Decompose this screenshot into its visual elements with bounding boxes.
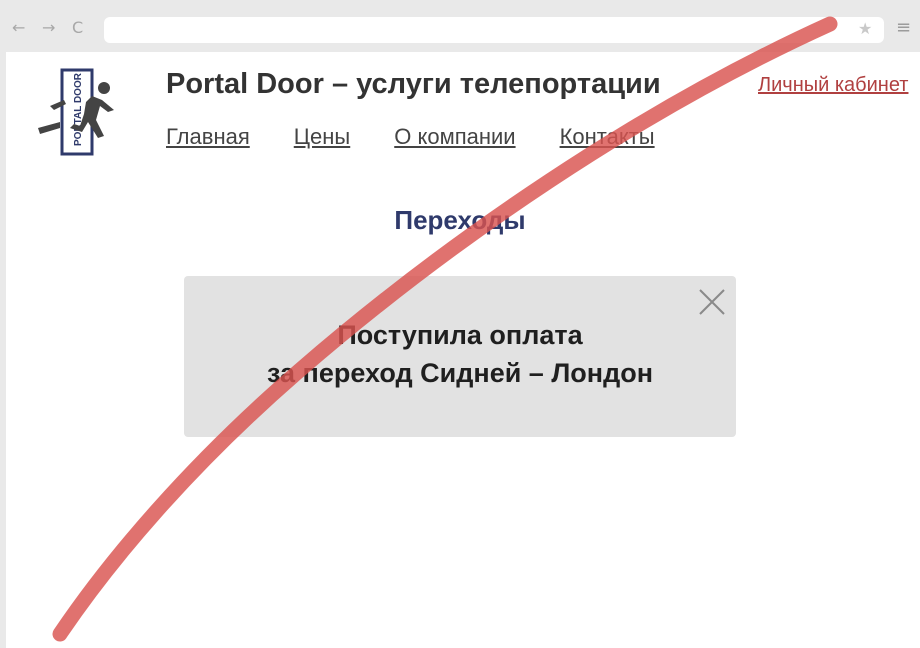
notification-line-2: за переход Сидней – Лондон: [266, 358, 654, 388]
bookmark-star-icon[interactable]: ★: [858, 19, 872, 38]
window-left-edge: [0, 52, 6, 648]
portal-door-logo[interactable]: PORTAL DOOR: [30, 66, 122, 158]
account-link[interactable]: Личный кабинет: [758, 74, 908, 97]
notification-line-1: Поступила оплата: [337, 320, 583, 350]
site-title: Portal Door – услуги телепортации: [166, 68, 661, 100]
logo-text: PORTAL DOOR: [73, 72, 84, 146]
browser-toolbar: ← → C ★ ≡: [0, 0, 920, 52]
forward-icon[interactable]: →: [42, 18, 55, 38]
nav-contacts[interactable]: Контакты: [560, 124, 655, 150]
nav-about[interactable]: О компании: [394, 124, 515, 150]
main-nav: Главная Цены О компании Контакты: [166, 124, 655, 150]
section-title: Переходы: [394, 205, 526, 235]
back-icon[interactable]: ←: [12, 18, 25, 38]
address-bar[interactable]: [104, 17, 884, 43]
nav-prices[interactable]: Цены: [294, 124, 350, 150]
menu-icon[interactable]: ≡: [896, 17, 911, 38]
notification-message: Поступила оплата за переход Сидней – Лон…: [184, 316, 736, 392]
reload-icon[interactable]: C: [72, 18, 83, 38]
close-icon[interactable]: [696, 286, 728, 318]
payment-notification: Поступила оплата за переход Сидней – Лон…: [184, 276, 736, 437]
nav-home[interactable]: Главная: [166, 124, 250, 150]
